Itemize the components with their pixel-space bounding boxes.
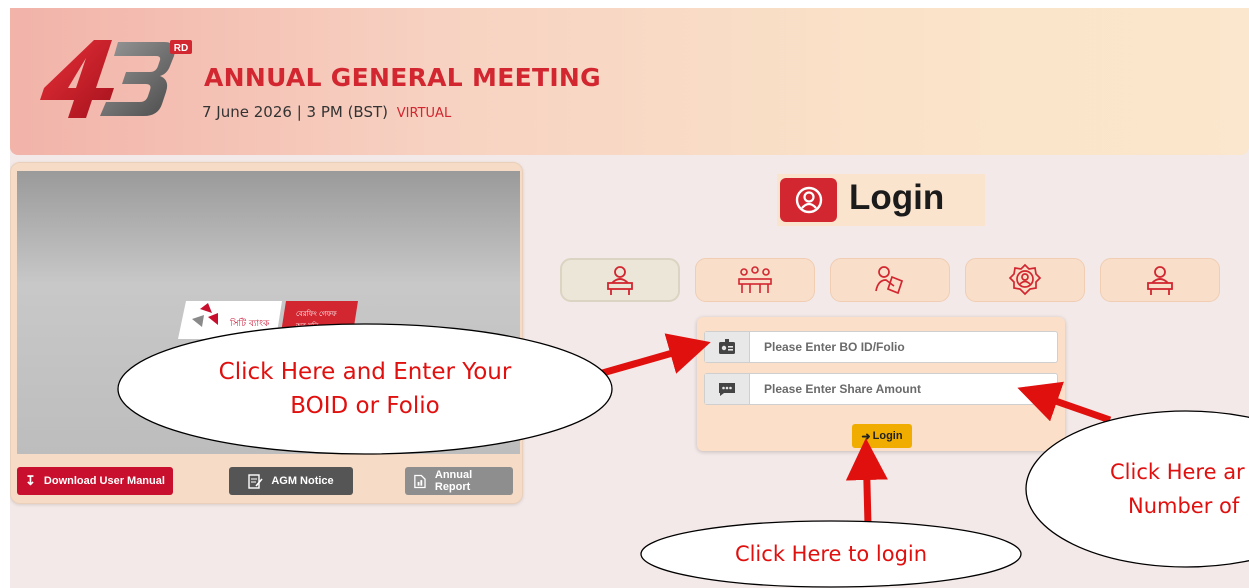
report-document-icon — [414, 474, 426, 488]
tab-settings-user[interactable] — [965, 258, 1085, 302]
agm-mode: VIRTUAL — [396, 106, 452, 121]
document-edit-icon — [248, 473, 263, 489]
agm-date-time: 7 June 2026 | 3 PM (BST) — [202, 103, 388, 121]
agm-title: ANNUAL GENERAL MEETING — [204, 63, 601, 92]
share-callout-line-1: Click Here ar — [1110, 460, 1245, 484]
ordinal-number: 43 — [36, 34, 38, 35]
boid-callout-line-2: BOID or Folio — [290, 393, 440, 419]
agm-notice-label: AGM Notice — [271, 475, 334, 487]
tagline-line-1: বেরফিং গেফফ — [296, 310, 337, 318]
annual-report-label: Annual Report — [434, 469, 473, 493]
user-circle-icon — [780, 178, 837, 222]
agm-subtitle: 7 June 2026 | 3 PM (BST) VIRTUAL — [202, 103, 451, 121]
city-bank-banner: সিটি ব্যাংক বেরফিং গেফফ অব মনি — [178, 301, 358, 339]
person-at-desk-icon — [1147, 266, 1173, 295]
login-callout-text: Click Here to login — [734, 542, 928, 566]
ordinal-suffix: RD — [174, 43, 188, 54]
tagline-line-2: অব মনি — [295, 322, 319, 330]
login-button[interactable]: ➜ Login — [852, 424, 912, 448]
download-label: Download User Manual — [43, 475, 165, 487]
login-callout: Click Here to login — [641, 537, 1021, 571]
media-panel: সিটি ব্যাংক বেরফিং গেফফ অব মনি ↧ Downloa… — [10, 162, 523, 504]
agm-43rd-logo: RD 43 — [36, 34, 192, 118]
brand-name-bengali: সিটি ব্যাংক — [229, 317, 270, 329]
login-type-tabs — [560, 258, 1220, 304]
shareholder-desk-icon — [607, 266, 633, 295]
hand-with-document-icon — [875, 266, 904, 295]
tab-shareholder[interactable] — [560, 258, 680, 302]
login-heading: Login — [777, 174, 985, 226]
chat-dots-icon — [705, 374, 750, 404]
agm-portal-screen: RD 43 ANNUAL GENERAL MEETING 7 June 2026… — [10, 8, 1249, 588]
download-user-manual-button[interactable]: ↧ Download User Manual — [17, 467, 173, 495]
id-card-icon — [705, 332, 750, 362]
tab-board[interactable] — [695, 258, 815, 302]
login-title-text: Login — [849, 178, 945, 217]
annual-report-button[interactable]: Annual Report — [405, 467, 513, 495]
boid-callout: Click Here and Enter Your BOID or Folio — [118, 355, 612, 423]
header-banner: RD 43 ANNUAL GENERAL MEETING 7 June 2026… — [10, 8, 1249, 155]
login-form: Please Enter BO ID/Folio Please Enter Sh… — [697, 317, 1065, 451]
share-callout-line-2: Number of — [1128, 494, 1240, 518]
download-icon: ↧ — [25, 473, 36, 488]
tab-proxy[interactable] — [830, 258, 950, 302]
agm-notice-button[interactable]: AGM Notice — [229, 467, 353, 495]
boid-callout-line-1: Click Here and Enter Your — [218, 359, 512, 385]
share-callout: Click Here ar Number of — [1098, 455, 1249, 523]
sign-in-icon: ➜ — [861, 430, 871, 443]
tab-person-desk[interactable] — [1100, 258, 1220, 302]
share-amount-field[interactable]: Please Enter Share Amount — [704, 373, 1058, 405]
boid-input[interactable]: Please Enter BO ID/Folio — [750, 332, 905, 362]
boid-field[interactable]: Please Enter BO ID/Folio — [704, 331, 1058, 363]
board-meeting-icon — [738, 266, 772, 293]
login-button-label: Login — [872, 430, 903, 442]
share-amount-input[interactable]: Please Enter Share Amount — [750, 374, 921, 404]
settings-user-icon — [1008, 263, 1042, 296]
